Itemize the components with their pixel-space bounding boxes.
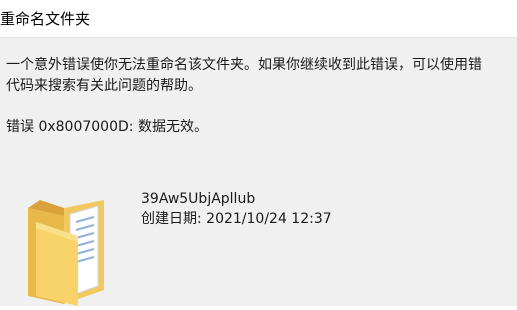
window-title: 重命名文件夹	[0, 10, 91, 28]
error-message: 一个意外错误使你无法重命名该文件夹。如果你继续收到此错误，可以使用错 代码来搜索…	[6, 55, 517, 97]
error-message-line-2: 代码来搜索有关此问题的帮助。	[6, 78, 202, 94]
dialog-content: 一个意外错误使你无法重命名该文件夹。如果你继续收到此错误，可以使用错 代码来搜索…	[0, 38, 517, 306]
title-bar: 重命名文件夹	[0, 0, 517, 38]
error-code: 错误 0x8007000D: 数据无效。	[6, 119, 208, 135]
file-info: 39Aw5UbjApllub 创建日期: 2021/10/24 12:37	[141, 189, 332, 229]
error-message-line-1: 一个意外错误使你无法重命名该文件夹。如果你继续收到此错误，可以使用错	[6, 57, 482, 73]
file-created-date: 创建日期: 2021/10/24 12:37	[141, 211, 332, 227]
folder-icon	[24, 196, 110, 306]
file-name: 39Aw5UbjApllub	[141, 191, 256, 207]
